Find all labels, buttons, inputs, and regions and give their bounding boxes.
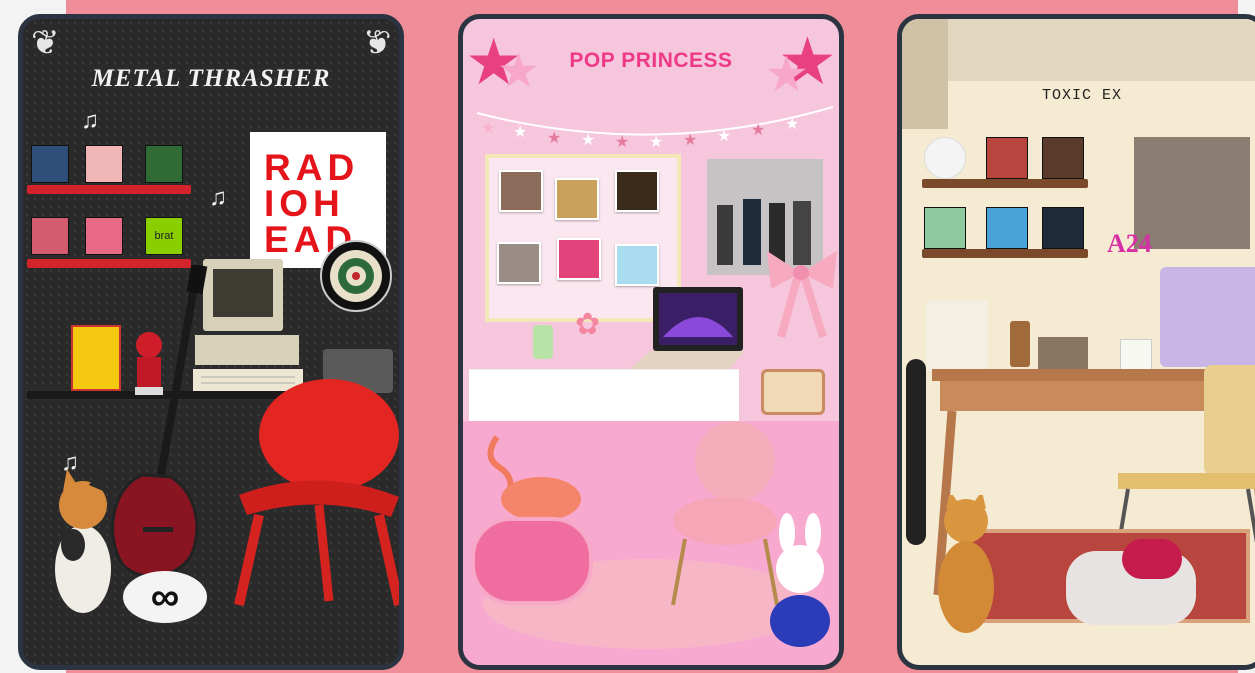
cat-icon [938,495,994,633]
album-cover-brat: brat [145,217,183,255]
record-player-icon [1160,267,1255,367]
shelf [922,179,1088,188]
poster-line: RAD [264,147,360,188]
album-cover [1042,137,1084,179]
poster-line: IOH [264,183,345,224]
shelf [27,185,191,194]
svg-text:★: ★ [513,124,527,141]
coffee-icon [1010,321,1030,367]
album-cover [145,145,183,183]
svg-text:★: ★ [581,132,595,149]
moodboard-card-pop[interactable]: ★ ★ ★ ★ POP PRINCESS ★ ★ ★ ★ ★ ★ ★ ★ ★ ★ [458,14,844,670]
svg-text:★: ★ [615,134,629,149]
shelf [922,249,1088,258]
bow-icon [767,251,837,339]
chair-icon [234,379,399,607]
skateboard-icon [906,359,926,545]
garland: ★ ★ ★ ★ ★ ★ ★ ★ ★ ★ [477,106,833,149]
clock-icon [924,137,966,179]
rug: ∞ [123,571,207,623]
album-cover [85,217,123,255]
clothes-pile [1122,539,1182,579]
laptop-icon [629,287,745,369]
photo [499,170,543,212]
sign-board [926,301,988,371]
music-note-icon: ♫ [81,107,99,134]
svg-text:★: ★ [683,132,697,149]
cup-icon [533,325,553,359]
bunny-icon [770,513,830,647]
cat-icon [55,469,111,613]
photo [555,178,599,220]
photo [497,242,541,284]
card-title: METAL THRASHER [91,65,331,92]
album-cover [1042,207,1084,249]
dartboard-icon [320,240,392,312]
album-cover [31,145,69,183]
music-note-icon: ♫ [209,184,227,211]
moodboard-card-metal[interactable]: ❦ ❦ METAL THRASHER ♫ ♫ ♫ brat RAD IOH EA… [18,14,404,670]
svg-text:★: ★ [649,134,663,149]
card-title: TOXIC EX [1041,87,1122,104]
moodboard-card-toxic[interactable]: TOXIC EX A24 [897,14,1255,670]
album-cover [924,207,966,249]
books-icon [1038,337,1088,373]
photo [557,238,601,280]
svg-text:★: ★ [481,120,495,137]
flower-icon: ✿ [575,308,601,341]
radio-icon [761,369,825,415]
album-cover [85,145,123,183]
paper-scrap [902,19,948,129]
photo [615,244,659,286]
album-cover [31,217,69,255]
pet-bed [471,517,593,605]
collage-strip [902,19,1255,81]
photo [615,170,659,212]
album-cover [986,207,1028,249]
ornament-icon: ❦ [31,24,60,62]
svg-text:★: ★ [547,130,561,147]
svg-text:★: ★ [717,128,731,145]
card-title: POP PRINCESS [569,49,733,72]
svg-text:★: ★ [785,116,799,133]
album-cover [986,137,1028,179]
a24-logo: A24 [1107,229,1152,258]
ornament-icon: ❦ [362,24,392,62]
svg-text:★: ★ [751,122,765,139]
